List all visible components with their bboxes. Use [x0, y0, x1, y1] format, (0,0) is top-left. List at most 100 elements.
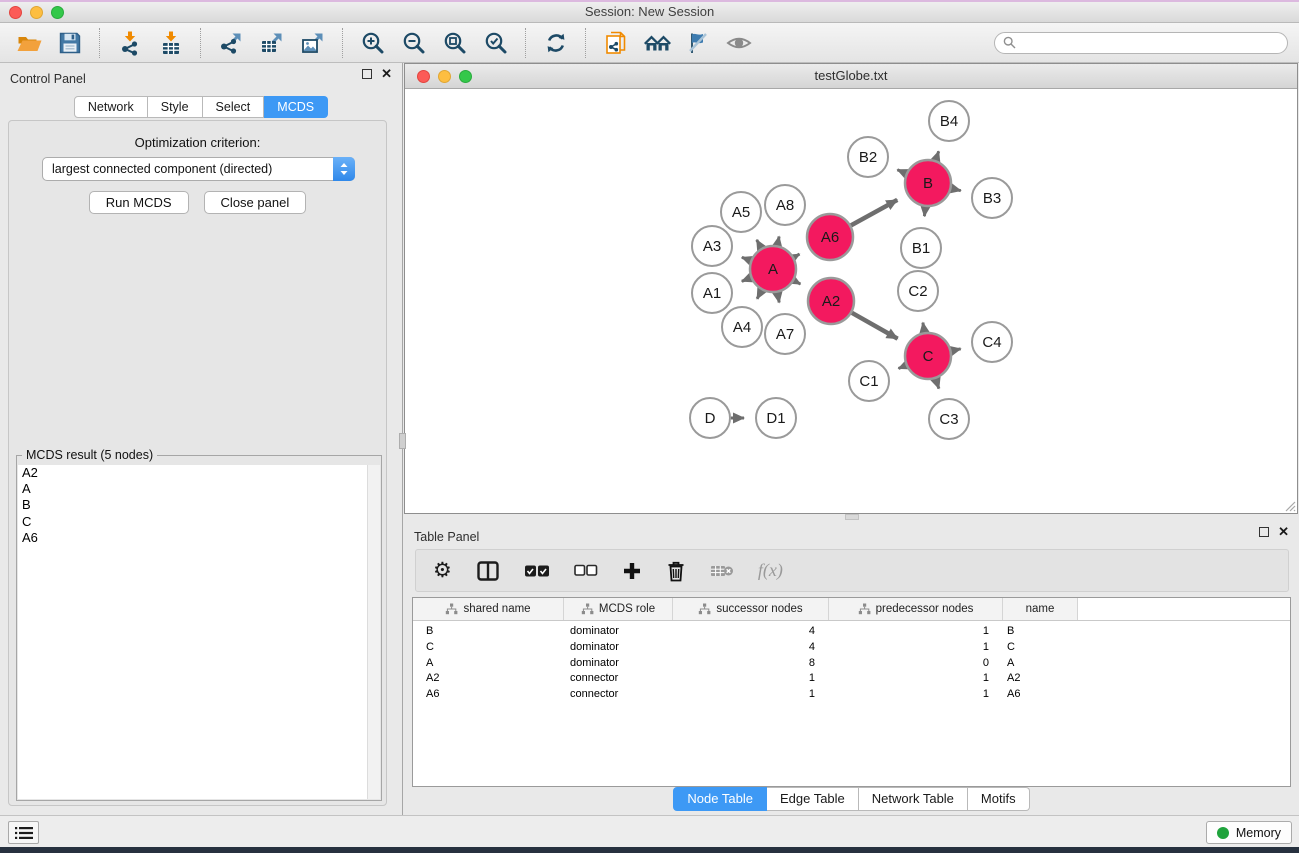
cell-mcds-role[interactable]: dominator	[564, 640, 673, 656]
float-table-panel-icon[interactable]	[1259, 527, 1269, 537]
mcds-result-list[interactable]: A2ABCA6	[18, 465, 380, 799]
tab-node-table[interactable]: Node Table	[673, 787, 767, 811]
tab-network[interactable]: Network	[74, 96, 148, 118]
cell-predecessor-nodes[interactable]: 0	[829, 656, 1003, 672]
graph-node-A4[interactable]: A4	[722, 307, 762, 347]
close-panel-icon[interactable]: ✕	[381, 69, 392, 79]
network-canvas[interactable]: B4B2BB3A8A5A6A3B1AA1C2A2A4A7C4CC1C3DD1	[405, 89, 1297, 513]
graph-node-A1[interactable]: A1	[692, 273, 732, 313]
cell-shared-name[interactable]: A2	[413, 671, 564, 687]
graph-node-A3[interactable]: A3	[692, 226, 732, 266]
search-input[interactable]	[1021, 34, 1287, 52]
graph-node-C[interactable]: C	[905, 333, 951, 379]
cell-predecessor-nodes[interactable]: 1	[829, 687, 1003, 703]
close-panel-button[interactable]: Close panel	[204, 191, 307, 214]
hide-graphics-details-button[interactable]	[679, 26, 716, 60]
search-box[interactable]	[994, 32, 1288, 54]
graph-node-A7[interactable]: A7	[765, 314, 805, 354]
cell-name[interactable]: A2	[1003, 671, 1078, 687]
network-close-button[interactable]	[417, 70, 430, 83]
show-column-button[interactable]	[476, 560, 500, 582]
graph-node-C4[interactable]: C4	[972, 322, 1012, 362]
graph-edge-A6-B[interactable]	[851, 200, 897, 226]
resize-gripper-icon[interactable]	[1283, 499, 1296, 512]
graph-node-A[interactable]: A	[750, 246, 796, 292]
cell-predecessor-nodes[interactable]: 1	[829, 624, 1003, 640]
cell-name[interactable]: B	[1003, 624, 1078, 640]
graph-edge-C-C4[interactable]	[951, 349, 960, 351]
tab-mcds[interactable]: MCDS	[264, 96, 328, 118]
graph-node-C2[interactable]: C2	[898, 271, 938, 311]
graph-edge-A-A6[interactable]	[794, 254, 800, 257]
result-list-scrollbar[interactable]	[367, 465, 380, 799]
export-image-button[interactable]	[294, 26, 331, 60]
tab-network-table[interactable]: Network Table	[859, 787, 968, 811]
graph-edge-A-A1[interactable]	[742, 278, 751, 282]
deselect-all-button[interactable]	[574, 564, 598, 577]
graph-node-A8[interactable]: A8	[765, 185, 805, 225]
function-builder-button[interactable]: f(x)	[758, 560, 783, 581]
tab-edge-table[interactable]: Edge Table	[767, 787, 859, 811]
cell-mcds-role[interactable]: dominator	[564, 656, 673, 672]
cell-name[interactable]: A6	[1003, 687, 1078, 703]
result-item[interactable]: A	[18, 481, 380, 497]
result-item[interactable]: C	[18, 514, 380, 530]
result-item[interactable]: B	[18, 497, 380, 513]
minimize-window-button[interactable]	[30, 6, 43, 19]
cell-mcds-role[interactable]: connector	[564, 671, 673, 687]
graph-edge-A-A7[interactable]	[777, 293, 779, 303]
cell-mcds-role[interactable]: connector	[564, 687, 673, 703]
maximize-window-button[interactable]	[51, 6, 64, 19]
memory-button[interactable]: Memory	[1206, 821, 1292, 844]
cell-name[interactable]: C	[1003, 640, 1078, 656]
cell-shared-name[interactable]: A6	[413, 687, 564, 703]
graph-node-D1[interactable]: D1	[756, 398, 796, 438]
cell-mcds-role[interactable]: dominator	[564, 624, 673, 640]
vertical-splitter-handle[interactable]	[399, 433, 406, 449]
graph-edge-C-C2[interactable]	[923, 323, 925, 333]
graph-edge-B-B4[interactable]	[936, 151, 939, 160]
delete-entry-button[interactable]	[666, 560, 686, 582]
graph-node-B3[interactable]: B3	[972, 178, 1012, 218]
cell-successor-nodes[interactable]: 8	[673, 656, 829, 672]
column-header-shared-name[interactable]: shared name	[413, 598, 564, 620]
graph-node-C3[interactable]: C3	[929, 399, 969, 439]
export-network-button[interactable]	[212, 26, 249, 60]
tab-motifs[interactable]: Motifs	[968, 787, 1030, 811]
home-view-button[interactable]	[638, 26, 675, 60]
cell-shared-name[interactable]: A	[413, 656, 564, 672]
graph-node-B1[interactable]: B1	[901, 228, 941, 268]
graph-edge-B-B3[interactable]	[951, 189, 960, 191]
graph-edge-C-C1[interactable]	[899, 365, 906, 368]
table-settings-button[interactable]: ⚙	[433, 560, 452, 582]
table-row[interactable]: Adominator80A	[413, 656, 1290, 672]
result-item[interactable]: A6	[18, 530, 380, 546]
cell-predecessor-nodes[interactable]: 1	[829, 671, 1003, 687]
horizontal-splitter-handle[interactable]	[845, 514, 859, 520]
table-row[interactable]: Cdominator41C	[413, 640, 1290, 656]
graph-edge-A2-C[interactable]	[852, 313, 898, 339]
cell-successor-nodes[interactable]: 4	[673, 624, 829, 640]
column-header-name[interactable]: name	[1003, 598, 1078, 620]
app-titlebar[interactable]: Session: New Session	[0, 2, 1299, 23]
graph-edge-A-A4[interactable]	[757, 290, 762, 299]
tab-style[interactable]: Style	[148, 96, 203, 118]
open-file-button[interactable]	[10, 26, 47, 60]
run-mcds-button[interactable]: Run MCDS	[89, 191, 189, 214]
cell-name[interactable]: A	[1003, 656, 1078, 672]
network-window-titlebar[interactable]: testGlobe.txt	[405, 64, 1297, 89]
task-history-button[interactable]	[8, 821, 39, 844]
close-table-panel-icon[interactable]: ✕	[1278, 527, 1289, 537]
graph-node-D[interactable]: D	[690, 398, 730, 438]
add-entry-button[interactable]	[622, 561, 642, 581]
tab-select[interactable]: Select	[203, 96, 265, 118]
export-table-button[interactable]	[253, 26, 290, 60]
graph-node-B[interactable]: B	[905, 160, 951, 206]
table-row[interactable]: Bdominator41B	[413, 624, 1290, 640]
zoom-in-button[interactable]	[354, 26, 391, 60]
show-graphics-details-button[interactable]	[720, 26, 757, 60]
graph-node-A2[interactable]: A2	[808, 278, 854, 324]
duplicate-network-button[interactable]	[597, 26, 634, 60]
cell-shared-name[interactable]: C	[413, 640, 564, 656]
result-item[interactable]: A2	[18, 465, 380, 481]
